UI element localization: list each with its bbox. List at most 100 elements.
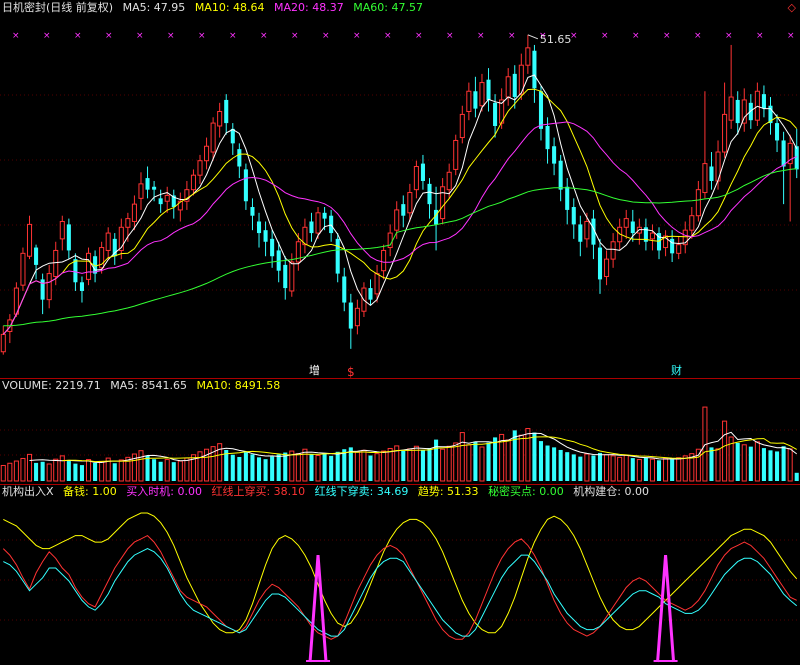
signal-cross-mark: ×	[756, 31, 764, 41]
signal-cross-mark: ×	[725, 31, 733, 41]
signal-cross-mark: ×	[632, 31, 640, 41]
candle-body-up	[604, 258, 610, 277]
candle-body-down	[545, 125, 550, 150]
candle-body-up	[466, 90, 472, 113]
signal-cross-mark: ×	[322, 31, 330, 41]
candle-body-down	[152, 186, 157, 190]
candle-body-down	[630, 221, 635, 234]
volume-bar-up	[525, 428, 531, 482]
candle-body-down	[493, 102, 498, 126]
volume-bar-down	[571, 454, 576, 481]
candle-body-down	[145, 178, 150, 190]
volume-bar-down	[656, 460, 662, 481]
volume-bar-up	[26, 453, 33, 482]
candle-body-up	[381, 249, 387, 272]
volume-bar-up	[99, 460, 105, 482]
candle-body-down	[473, 91, 478, 109]
volume-bar-up	[453, 442, 459, 482]
volume-bar-up	[361, 449, 367, 482]
volume-bar-up	[459, 432, 465, 482]
signal-cross-mark: ×	[198, 31, 206, 41]
high-price-label: 51.65	[540, 33, 572, 46]
volume-bar-down	[283, 452, 288, 481]
volume-bar-up	[118, 459, 124, 482]
candle-body-up	[315, 212, 321, 234]
candle-body-up	[20, 252, 26, 286]
signal-cross-mark: ×	[353, 31, 361, 41]
volume-bar-down	[578, 456, 583, 481]
volume-bar-down	[309, 454, 314, 481]
volume-bar-down	[335, 451, 340, 481]
volume-bar-down	[263, 459, 268, 481]
candle-body-up	[217, 111, 223, 127]
volume-bar-down	[329, 455, 334, 481]
cyan-signal-line	[3, 548, 798, 637]
candle-body-down	[158, 198, 163, 205]
volume-bar-down	[368, 455, 373, 481]
volume-bar-up	[623, 455, 629, 482]
volume-bar-up	[741, 444, 747, 482]
volume-bar-down	[322, 453, 327, 481]
volume-bar-down	[552, 447, 557, 481]
trend-yellow-line	[3, 512, 798, 634]
signal-cross-mark: ×	[43, 31, 51, 41]
candle-body-up	[289, 261, 295, 292]
volume-bar-up	[46, 463, 52, 482]
candle-body-down	[329, 215, 334, 234]
candle-body-down	[368, 288, 373, 300]
volume-bar-up	[197, 451, 203, 482]
volume-bar-up	[754, 441, 760, 482]
volume-bar-up	[295, 453, 301, 482]
signal-cross-mark: ×	[787, 31, 795, 41]
volume-bar-up	[617, 456, 623, 482]
volume-bar-up	[604, 454, 610, 482]
volume-bar-up	[584, 453, 590, 482]
volume-bar-down	[794, 472, 799, 481]
volume-bar-down	[643, 457, 648, 481]
candle-body-up	[0, 333, 6, 353]
candle-body-up	[479, 82, 485, 107]
volume-bar-up	[610, 455, 616, 482]
candle-body-up	[754, 90, 760, 121]
volume-bar-down	[709, 447, 714, 481]
candle-body-down	[670, 238, 675, 254]
candle-body-down	[322, 212, 327, 219]
volume-bar-down	[93, 462, 98, 481]
volume-bar-up	[53, 458, 59, 482]
signal-cross-mark: ×	[167, 31, 175, 41]
candle-body-down	[709, 166, 714, 181]
candle-body-up	[374, 273, 380, 295]
candle-body-up	[649, 232, 655, 240]
candle-body-up	[728, 96, 734, 121]
candle-body-down	[348, 302, 353, 329]
volume-bar-up	[649, 458, 655, 482]
volume-bar-down	[112, 463, 117, 481]
volume-bar-down	[434, 439, 439, 481]
signal-cross-mark: ×	[601, 31, 609, 41]
volume-bar-down	[276, 454, 281, 481]
volume-bar-up	[177, 460, 183, 482]
candle-body-up	[689, 215, 695, 231]
candle-body-down	[224, 99, 229, 124]
volume-bar-down	[243, 452, 248, 481]
volume-bar-down	[342, 449, 347, 481]
candle-body-down	[263, 230, 268, 242]
signal-cross-mark: ×	[136, 31, 144, 41]
candle-body-down	[270, 238, 275, 257]
volume-bar-up	[505, 439, 511, 482]
candle-body-up	[204, 145, 210, 162]
high-price-pointer	[527, 34, 539, 40]
candle-body-down	[558, 160, 563, 190]
signal-cross-mark: ×	[229, 31, 237, 41]
volume-bar-up	[695, 448, 701, 482]
candle-body-down	[427, 183, 432, 205]
event-marker-zeng: 增	[309, 363, 320, 377]
volume-bar-up	[20, 457, 26, 482]
candle-body-down	[34, 247, 39, 265]
volume-bar-up	[518, 434, 524, 482]
candle-body-down	[552, 146, 557, 164]
candle-body-up	[105, 232, 111, 251]
candle-body-down	[243, 169, 248, 202]
buy-signal-spike	[656, 554, 676, 663]
candle-body-up	[26, 223, 33, 257]
